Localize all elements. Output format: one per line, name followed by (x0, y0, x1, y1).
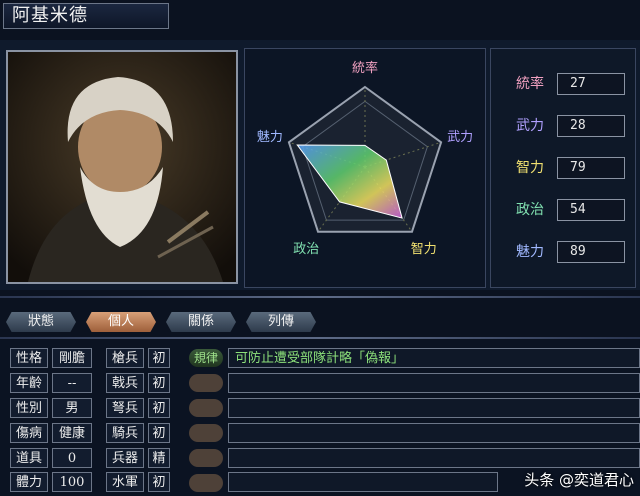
stat-label: 魅力 (516, 244, 544, 260)
tab-status[interactable]: 狀態 (6, 312, 76, 332)
aptitude-rank: 精 (148, 448, 170, 468)
character-name: 阿基米德 (3, 3, 169, 29)
empty-skill-slot (189, 399, 223, 417)
portrait-image (8, 52, 236, 282)
aptitude-label: 兵器 (106, 448, 144, 468)
aptitude-label: 騎兵 (106, 423, 144, 443)
stat-value: 28 (557, 115, 625, 137)
radar-label: 魅力 (257, 130, 283, 145)
divider (0, 296, 640, 298)
tab-biography[interactable]: 列傳 (246, 312, 316, 332)
portrait (6, 50, 238, 284)
aptitude-label: 弩兵 (106, 398, 144, 418)
empty-skill-slot (189, 424, 223, 442)
info-value: 剛膽 (52, 348, 92, 368)
radar-label: 武力 (447, 130, 473, 145)
info-label: 道具 (10, 448, 48, 468)
aptitude-rank: 初 (148, 472, 170, 492)
stat-label: 統率 (516, 76, 544, 92)
info-label: 年齡 (10, 373, 48, 393)
empty-skill-line (228, 472, 498, 492)
info-value: -- (52, 373, 92, 393)
radar-label: 智力 (411, 242, 437, 257)
empty-skill-slot (189, 374, 223, 392)
aptitude-label: 水軍 (106, 472, 144, 492)
divider (0, 337, 640, 339)
empty-skill-line (228, 423, 640, 443)
empty-skill-line (228, 448, 640, 468)
stat-panel: 統率 27 武力 28 智力 79 政治 54 魅力 89 (490, 48, 636, 288)
stat-label: 政治 (516, 202, 544, 218)
info-value: 0 (52, 448, 92, 468)
empty-skill-line (228, 398, 640, 418)
info-label: 傷病 (10, 423, 48, 443)
radar-svg: 統率武力智力 政治 魅力 (257, 60, 473, 257)
aptitude-label: 槍兵 (106, 348, 144, 368)
aptitude-rank: 初 (148, 373, 170, 393)
stat-value: 89 (557, 241, 625, 263)
watermark: 头条 @奕道君心 (524, 471, 634, 489)
info-value: 男 (52, 398, 92, 418)
info-value: 健康 (52, 423, 92, 443)
aptitude-rank: 初 (148, 398, 170, 418)
stat-value: 27 (557, 73, 625, 95)
info-label: 體力 (10, 472, 48, 492)
radar-chart: 統率武力智力 政治 魅力 (244, 48, 486, 288)
stat-row-intelligence: 智力 79 (501, 157, 631, 179)
aptitude-rank: 初 (148, 348, 170, 368)
radar-label: 統率 (352, 60, 378, 76)
tab-relations[interactable]: 關係 (166, 312, 236, 332)
skill-tag: 規律 (189, 349, 223, 367)
aptitude-label: 戟兵 (106, 373, 144, 393)
stat-row-charisma: 魅力 89 (501, 241, 631, 263)
info-label: 性別 (10, 398, 48, 418)
stat-row-politics: 政治 54 (501, 199, 631, 221)
tab-personal[interactable]: 個人 (86, 312, 156, 332)
empty-skill-line (228, 373, 640, 393)
skill-description: 可防止遭受部隊計略「偽報」 (228, 348, 640, 368)
stat-value: 54 (557, 199, 625, 221)
info-value: 100 (52, 472, 92, 492)
empty-skill-slot (189, 474, 223, 492)
aptitude-rank: 初 (148, 423, 170, 443)
stat-row-war: 武力 28 (501, 115, 631, 137)
info-label: 性格 (10, 348, 48, 368)
stat-label: 智力 (516, 160, 544, 176)
empty-skill-slot (189, 449, 223, 467)
stat-row-leadership: 統率 27 (501, 73, 631, 95)
stat-value: 79 (557, 157, 625, 179)
stat-label: 武力 (516, 118, 544, 134)
radar-label: 政治 (293, 242, 319, 257)
